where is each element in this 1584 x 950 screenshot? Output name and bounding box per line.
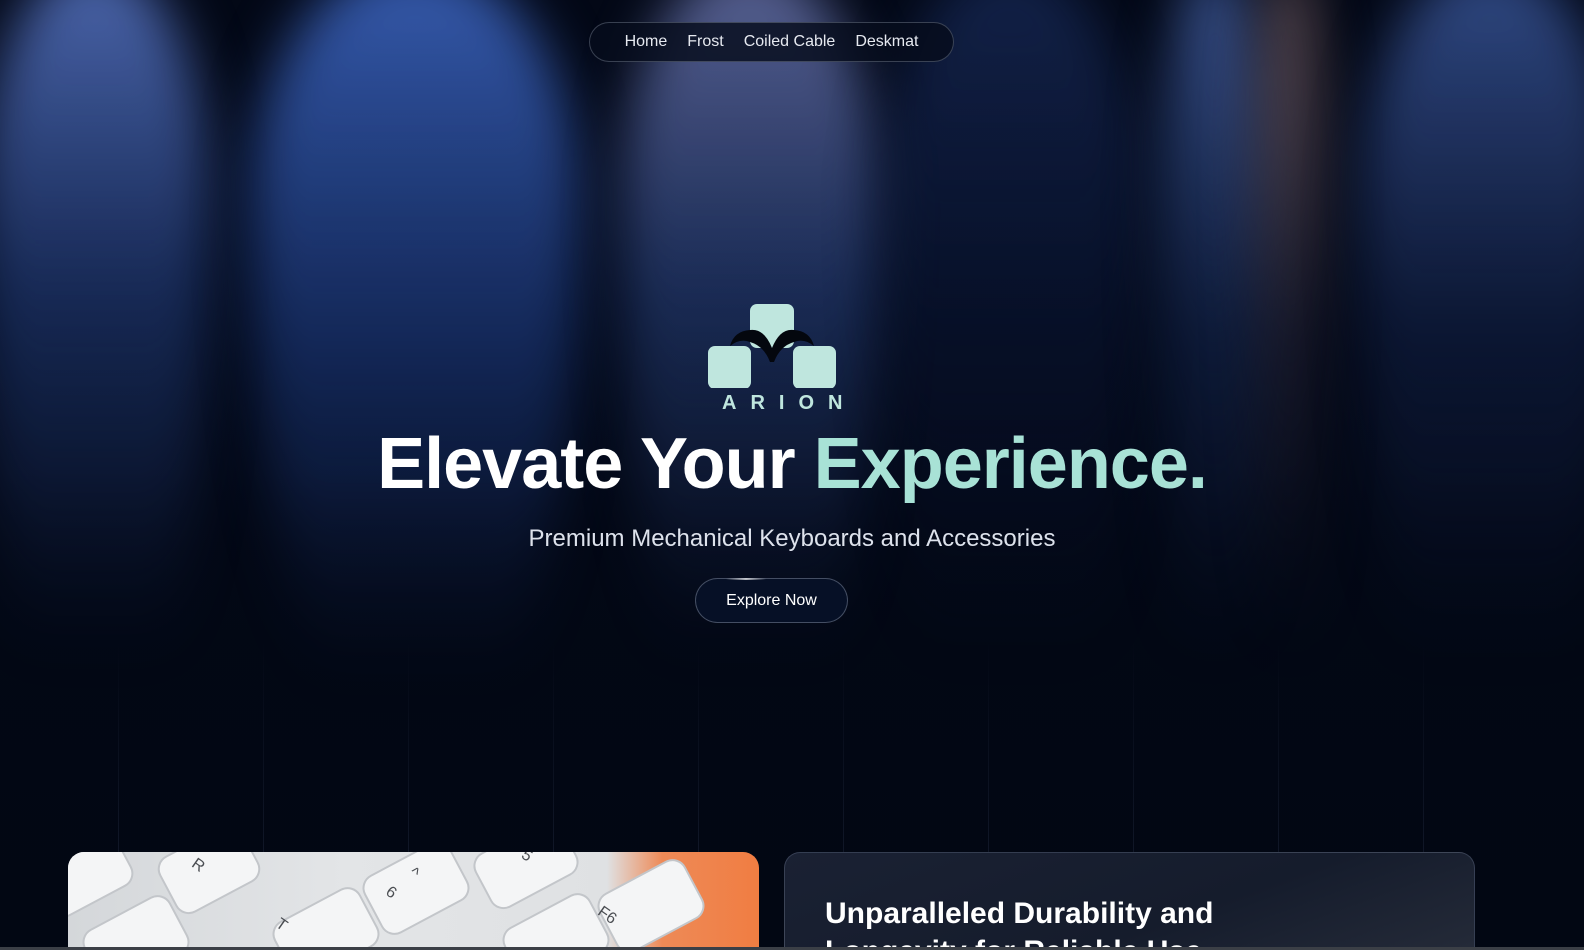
arion-logo: ARION xyxy=(708,304,857,414)
main-navigation: Home Frost Coiled Cable Deskmat xyxy=(589,22,954,62)
feature-card-title: Unparalleled Durability and Longevity fo… xyxy=(825,897,1214,947)
grid-line xyxy=(698,640,699,860)
grid-line xyxy=(118,640,119,860)
grid-line xyxy=(988,640,989,860)
durability-feature-card: Unparalleled Durability and Longevity fo… xyxy=(784,852,1475,947)
headline-part-1: Elevate Your xyxy=(377,424,796,504)
nav-link-deskmat[interactable]: Deskmat xyxy=(855,34,918,50)
explore-now-button[interactable]: Explore Now xyxy=(695,578,848,623)
grid-line xyxy=(1423,640,1424,860)
logo-wordmark: ARION xyxy=(722,392,857,414)
keyboard-image-card: R T 6 ^ F6 5 xyxy=(68,852,759,947)
hero-subheadline: Premium Mechanical Keyboards and Accesso… xyxy=(528,525,1056,552)
grid-line xyxy=(553,640,554,860)
grid-line xyxy=(1133,640,1134,860)
grid-line xyxy=(263,640,264,860)
nav-link-coiled-cable[interactable]: Coiled Cable xyxy=(744,34,836,50)
grid-line xyxy=(1278,640,1279,860)
nav-link-home[interactable]: Home xyxy=(625,34,668,50)
nav-link-frost[interactable]: Frost xyxy=(687,34,723,50)
headline-part-2: Experience. xyxy=(813,424,1208,504)
keycaps-logo-icon xyxy=(708,304,836,388)
grid-line xyxy=(408,640,409,860)
hero-headline: Elevate Your Experience. xyxy=(0,420,1584,508)
keycaps-photo: R T 6 ^ F6 5 xyxy=(68,852,705,947)
grid-line xyxy=(843,640,844,860)
